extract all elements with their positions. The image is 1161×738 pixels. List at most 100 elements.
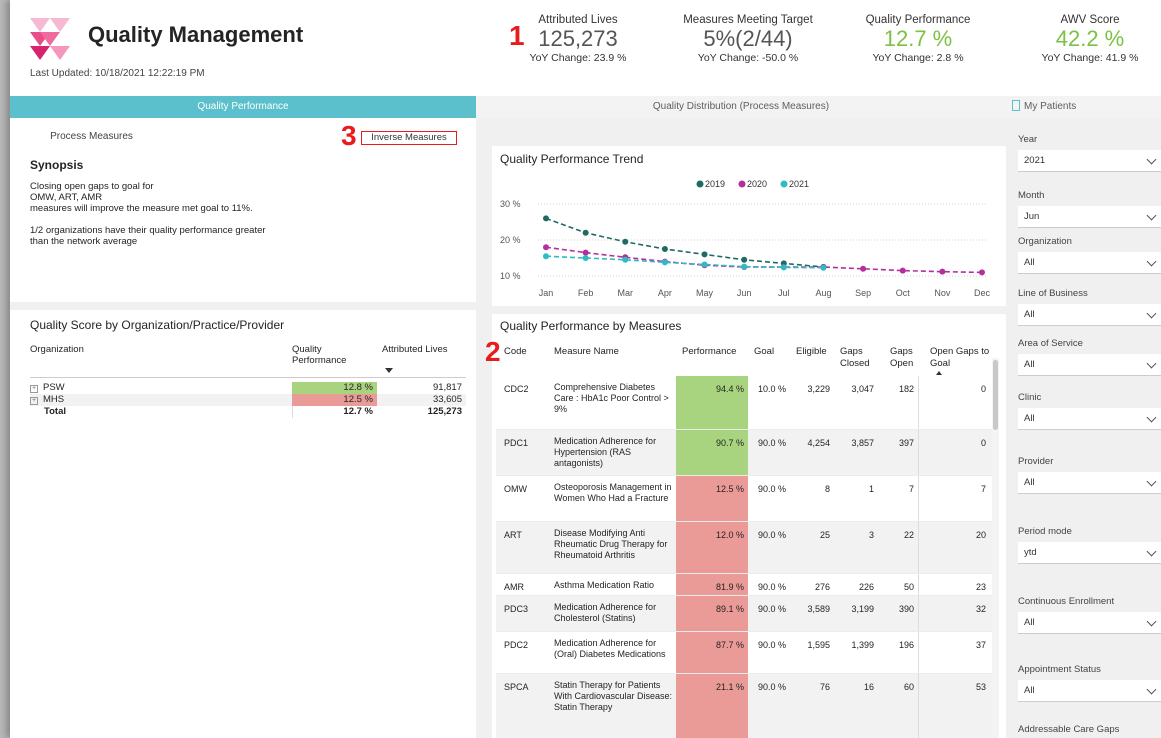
app-window: Quality Management Last Updated: 10/18/2… [10, 0, 1161, 738]
slicer-dropdown[interactable]: All [1018, 354, 1161, 376]
table-row[interactable]: OMW Osteoporosis Management in Women Who … [496, 476, 996, 522]
cell-eligible: 3,589 [807, 604, 830, 614]
tab-process-measures[interactable]: Process Measures [10, 126, 173, 148]
cell-open: 60 [903, 682, 914, 692]
col-measure-name[interactable]: Measure Name [554, 346, 619, 357]
cell-name: Disease Modifying Anti Rheumatic Drug Th… [554, 528, 668, 560]
cell-code: ART [504, 530, 522, 540]
cell-code: AMR [504, 582, 524, 592]
data-point-2019 [701, 251, 708, 258]
kpi-yoy: YoY Change: 41.9 % [1041, 52, 1139, 64]
slicer-dropdown[interactable]: 2021 [1018, 150, 1161, 172]
kpi-value: 12.7 % [883, 26, 953, 51]
synopsis-line: measures will improve the measure met go… [30, 203, 253, 214]
table-row[interactable]: PDC3 Medication Adherence for Cholesterol… [496, 596, 996, 632]
y-tick-label: 10 % [500, 271, 521, 281]
kpi-yoy: YoY Change: -50.0 % [697, 52, 799, 64]
synopsis-line: OMW, ART, AMR [30, 192, 103, 203]
slicer-label: Line of Business [1018, 288, 1088, 299]
org-lives: 91,817 [432, 382, 462, 393]
slicer-dropdown[interactable]: All [1018, 680, 1161, 702]
slicer-dropdown[interactable]: All [1018, 304, 1161, 326]
cell-name: Asthma Medication Ratio [554, 580, 655, 590]
table-row[interactable]: SPCA Statin Therapy for Patients With Car… [496, 674, 996, 738]
tab-quality-performance[interactable]: Quality Performance [10, 96, 476, 118]
cell-code: SPCA [504, 682, 529, 692]
legend-marker [696, 180, 704, 188]
col-performance[interactable]: Performance [682, 346, 736, 357]
col-attributed-lives[interactable]: Attributed Lives [382, 344, 447, 355]
table-row[interactable]: + MHS 12.5 % 33,605 [30, 394, 466, 406]
cell-closed: 16 [863, 682, 874, 692]
table-row[interactable]: AMR Asthma Medication Ratio 81.9 % 90.0 % 27… [496, 574, 996, 596]
x-tick-label: Sep [855, 288, 871, 298]
sort-desc-icon [385, 368, 393, 373]
kpi-label: Measures Meeting Target [683, 14, 813, 26]
cell-closed: 3,047 [851, 384, 874, 394]
data-point-2020 [899, 267, 906, 274]
data-point-2021 [820, 264, 827, 271]
expand-icon[interactable]: + [30, 385, 38, 393]
slicer-label: Provider [1018, 456, 1054, 467]
org-lives: 33,605 [432, 394, 462, 405]
expand-icon[interactable]: + [30, 397, 38, 405]
table-row[interactable]: PDC1 Medication Adherence for Hypertensio… [496, 430, 996, 476]
col-quality-performance[interactable]: Quality Performance [292, 344, 362, 366]
table-row[interactable]: + PSW 12.8 % 91,817 [30, 382, 466, 394]
col-open-gaps-to-goal[interactable]: Open Gaps to Goal [930, 346, 990, 370]
col-code[interactable]: Code [504, 346, 527, 357]
synopsis-line: than the network average [30, 236, 138, 247]
y-tick-label: 20 % [500, 235, 521, 245]
cell-name: Medication Adherence for Hypertension (R… [554, 436, 657, 468]
org-score-table: Organization Quality Performance Attribu… [30, 344, 466, 418]
data-point-2020 [860, 265, 867, 272]
slicer-value: All [1024, 413, 1035, 424]
bookmark-icon [1012, 100, 1020, 111]
col-gaps-closed[interactable]: Gaps Closed [840, 346, 876, 370]
tab-inverse-measures[interactable]: Inverse Measures [361, 131, 457, 145]
slicer-dropdown[interactable]: All [1018, 252, 1161, 274]
table-row[interactable]: PDC2 Medication Adherence for (Oral) Diab… [496, 632, 996, 674]
slicer-value: All [1024, 477, 1035, 488]
slicer-dropdown[interactable]: All [1018, 472, 1161, 494]
col-organization[interactable]: Organization [30, 344, 84, 355]
slicer-label: Appointment Status [1018, 664, 1101, 675]
data-point-2019 [582, 229, 589, 236]
col-eligible[interactable]: Eligible [796, 346, 827, 357]
tab-quality-distribution[interactable]: Quality Distribution (Process Measures) [476, 96, 1006, 118]
col-gaps-open[interactable]: Gaps Open [890, 346, 920, 370]
kpi-yoy: YoY Change: 23.9 % [529, 52, 627, 64]
slicer-dropdown[interactable]: All [1018, 612, 1161, 634]
tab-my-patients[interactable]: My Patients [1006, 96, 1161, 118]
cell-goal: 90.0 % [757, 484, 786, 494]
synopsis-title: Synopsis [30, 158, 84, 172]
cell-goal: 90.0 % [757, 582, 786, 592]
cell-code: CDC2 [504, 384, 529, 394]
cell-open: 196 [898, 640, 914, 650]
slicer-label: Clinic [1018, 392, 1042, 403]
scrollbar-thumb[interactable] [993, 360, 998, 430]
org-name: MHS [43, 394, 65, 405]
kpi-quality-performance: Quality Performance 12.7 % YoY Change: 2… [848, 14, 988, 64]
page-tab-bar: Quality Performance Quality Distribution… [10, 96, 1161, 118]
data-point-2020 [582, 249, 589, 256]
table-row[interactable]: ART Disease Modifying Anti Rheumatic Drug… [496, 522, 996, 574]
cell-eligible: 276 [814, 582, 830, 592]
cell-code: OMW [504, 484, 527, 494]
slicer-label: Year [1018, 134, 1038, 145]
cell-eligible: 76 [819, 682, 830, 692]
x-tick-label: Apr [658, 288, 672, 298]
cell-name: Statin Therapy for Patients With Cardiov… [554, 680, 673, 712]
cell-goal: 10.0 % [757, 384, 786, 394]
col-goal[interactable]: Goal [754, 346, 774, 357]
cell-to-goal: 23 [918, 574, 990, 595]
slicer-value: All [1024, 309, 1035, 320]
slicer-dropdown[interactable]: Jun [1018, 206, 1161, 228]
cell-perf: 89.1 % [676, 596, 748, 631]
slicer-dropdown[interactable]: All [1018, 408, 1161, 430]
cell-closed: 3,199 [851, 604, 874, 614]
table-row[interactable]: CDC2 Comprehensive Diabetes Care : HbA1c … [496, 376, 996, 430]
chevron-down-icon [1146, 154, 1157, 165]
slicer-dropdown[interactable]: ytd [1018, 542, 1161, 564]
org-perf: 12.7 % [292, 406, 377, 418]
